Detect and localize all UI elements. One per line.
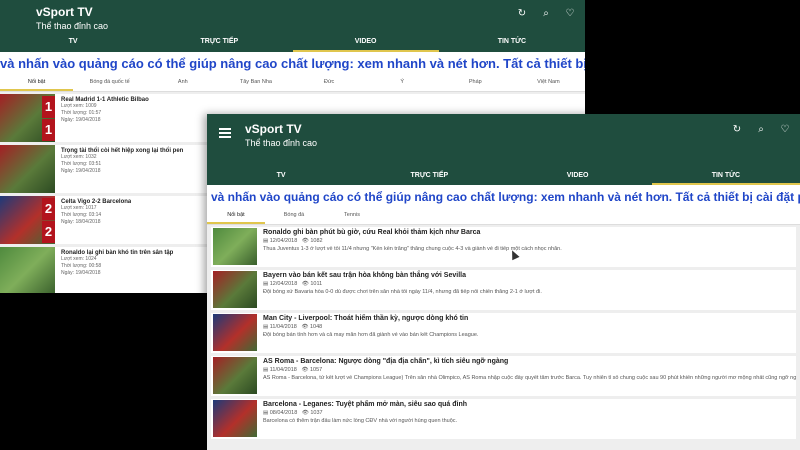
- item-title: AS Roma - Barcelona: Ngược dòng "địa địa…: [263, 358, 509, 365]
- category-italy[interactable]: Ý: [366, 75, 439, 91]
- front-window: vSport TV Thể thao đỉnh cao ↻ ⌕ ♡ TV TRỰ…: [207, 114, 800, 450]
- item-title: Bayern vào bán kết sau trận hòa không bà…: [263, 272, 466, 279]
- main-tabs: TV TRỰC TIẾP VIDEO TIN TỨC: [0, 34, 585, 52]
- category-france[interactable]: Pháp: [439, 75, 512, 91]
- item-description: Đội bóng bán tính hơn và cả may mắn hơn …: [263, 332, 479, 338]
- tab-tv[interactable]: TV: [207, 168, 355, 185]
- refresh-icon[interactable]: ↻: [732, 125, 742, 135]
- tab-news[interactable]: TIN TỨC: [651, 168, 800, 185]
- category-featured[interactable]: Nổi bật: [207, 208, 265, 224]
- category-football[interactable]: Bóng đá: [265, 208, 323, 224]
- calendar-icon: ▤: [263, 238, 270, 244]
- item-views: 1057: [309, 367, 323, 373]
- refresh-icon[interactable]: ↻: [517, 9, 527, 19]
- main-tabs: TV TRỰC TIẾP VIDEO TIN TỨC: [207, 168, 800, 185]
- item-date: Ngày: 19/04/2018: [61, 168, 101, 174]
- video-thumbnail: [0, 247, 55, 293]
- item-date: 08/04/2018: [269, 410, 298, 416]
- list-item[interactable]: AS Roma - Barcelona: Ngược dòng "địa địa…: [211, 356, 796, 396]
- item-date: 12/04/2018: [269, 238, 298, 244]
- item-views: Lượt xem: 1009: [61, 103, 97, 109]
- category-spain[interactable]: Tây Ban Nha: [219, 75, 292, 91]
- marquee-notice: và nhấn vào quảng cáo có thể giúp nâng c…: [0, 54, 585, 74]
- calendar-icon: ▤: [263, 410, 270, 416]
- item-date: Ngày: 19/04/2018: [61, 270, 101, 276]
- app-title: vSport TV: [245, 122, 302, 136]
- tab-live[interactable]: TRỰC TIẾP: [146, 34, 292, 52]
- category-tennis[interactable]: Tennis: [323, 208, 381, 224]
- item-date: 11/04/2018: [269, 324, 297, 330]
- category-intl-football[interactable]: Bóng đá quốc tế: [73, 75, 146, 91]
- category-tabs: Nổi bật Bóng đá quốc tế Anh Tây Ban Nha …: [0, 75, 585, 92]
- item-date: 11/04/2018: [269, 367, 297, 373]
- category-vietnam[interactable]: Việt Nam: [512, 75, 585, 91]
- category-featured[interactable]: Nổi bật: [0, 75, 74, 91]
- item-title: Ronaldo ghi bàn phút bù giờ, cứu Real kh…: [263, 229, 481, 236]
- item-date: Ngày: 18/04/2018: [61, 219, 101, 225]
- list-item[interactable]: Barcelona - Leganes: Tuyệt phẩm mở màn, …: [211, 399, 796, 439]
- category-england[interactable]: Anh: [146, 75, 219, 91]
- news-thumbnail: [213, 228, 257, 265]
- item-duration: Thời lượng: 00:58: [61, 263, 102, 269]
- item-views: 1037: [310, 410, 323, 416]
- app-title: vSport TV: [36, 5, 93, 19]
- news-thumbnail: [213, 271, 257, 308]
- item-date: Ngày: 19/04/2018: [61, 117, 101, 123]
- tab-live[interactable]: TRỰC TIẾP: [355, 168, 503, 185]
- item-duration: Thời lượng: 03:51: [61, 161, 102, 167]
- tab-tv[interactable]: TV: [0, 34, 146, 52]
- search-icon[interactable]: ⌕: [541, 9, 551, 19]
- video-thumbnail: [0, 145, 55, 193]
- tab-video[interactable]: VIDEO: [292, 34, 439, 52]
- tab-news[interactable]: TIN TỨC: [439, 34, 585, 52]
- app-subtitle: Thể thao đỉnh cao: [36, 21, 109, 31]
- views-icon: 👁: [301, 367, 310, 373]
- item-views: 1011: [310, 281, 323, 287]
- item-views: 1048: [309, 324, 323, 330]
- score-badge: 1: [42, 96, 55, 118]
- item-description: Barcelona có thêm trận đấu làm nức lòng …: [263, 418, 458, 424]
- tab-video[interactable]: VIDEO: [504, 168, 652, 185]
- score-badge: 2: [42, 221, 55, 243]
- video-thumbnail: 2 2: [0, 196, 55, 244]
- score-badge: 1: [42, 119, 55, 141]
- category-tabs: Nổi bật Bóng đá Tennis: [207, 208, 800, 225]
- list-item[interactable]: Man City - Liverpool: Thoát hiểm thần kỳ…: [211, 313, 796, 353]
- item-title: Man City - Liverpool: Thoát hiểm thần kỳ…: [263, 315, 469, 322]
- marquee-notice: và nhấn vào quảng cáo có thể giúp nâng c…: [207, 187, 800, 207]
- item-title: Barcelona - Leganes: Tuyệt phẩm mở màn, …: [263, 401, 468, 408]
- item-description: Đội bóng xứ Bavaria hòa 0-0 dù được chơi…: [263, 289, 542, 295]
- favorite-icon[interactable]: ♡: [565, 9, 575, 19]
- news-list: Ronaldo ghi bàn phút bù giờ, cứu Real kh…: [207, 225, 800, 450]
- news-thumbnail: [213, 314, 257, 351]
- list-item[interactable]: Ronaldo ghi bàn phút bù giờ, cứu Real kh…: [211, 227, 796, 267]
- app-bar: vSport TV Thể thao đỉnh cao ↻ ⌕ ♡: [0, 0, 585, 34]
- item-date: 12/04/2018: [269, 281, 298, 287]
- favorite-icon[interactable]: ♡: [780, 125, 790, 135]
- item-views: 1082: [310, 238, 323, 244]
- score-badge: 2: [42, 198, 55, 220]
- video-thumbnail: 1 1: [0, 94, 55, 142]
- calendar-icon: ▤: [263, 281, 270, 287]
- item-duration: Thời lượng: 03:14: [61, 212, 102, 218]
- list-item[interactable]: Bayern vào bán kết sau trận hòa không bà…: [211, 270, 796, 310]
- app-subtitle: Thể thao đỉnh cao: [245, 138, 318, 148]
- item-views: Lượt xem: 1032: [61, 154, 97, 160]
- item-views: Lượt xem: 1024: [61, 256, 97, 262]
- item-duration: Thời lượng: 01:57: [61, 110, 102, 116]
- calendar-icon: ▤: [263, 367, 270, 373]
- news-thumbnail: [213, 400, 257, 437]
- news-thumbnail: [213, 357, 257, 394]
- views-icon: 👁: [301, 324, 310, 330]
- search-icon[interactable]: ⌕: [756, 125, 766, 135]
- category-germany[interactable]: Đức: [293, 75, 366, 91]
- item-description: AS Roma - Barcelona, tứ kết lượt về Cham…: [263, 375, 796, 381]
- calendar-icon: ▤: [263, 324, 270, 330]
- app-bar: vSport TV Thể thao đỉnh cao ↻ ⌕ ♡: [207, 114, 800, 168]
- item-views: Lượt xem: 1017: [61, 205, 97, 211]
- menu-icon[interactable]: [219, 128, 231, 138]
